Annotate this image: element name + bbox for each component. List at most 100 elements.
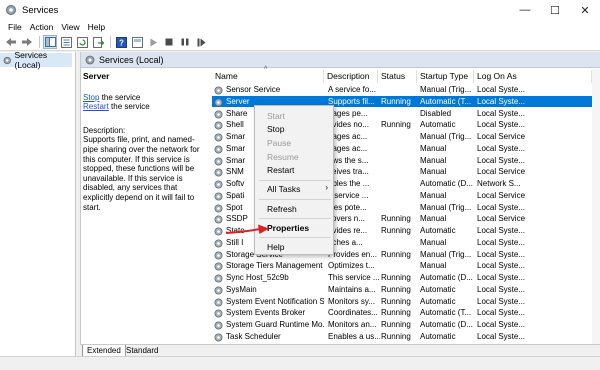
service-gear-icon — [214, 98, 223, 107]
column-header-description[interactable]: Description — [324, 70, 378, 83]
console-view-button[interactable] — [130, 35, 144, 49]
stop-service-line: Stop the service — [83, 93, 208, 103]
properties-toolbar-button[interactable] — [59, 35, 73, 49]
start-service-button[interactable] — [146, 35, 160, 49]
cell-name: Sync Host_52c9b — [226, 273, 289, 282]
cell-name: SysMain — [226, 284, 257, 294]
service-row[interactable]: Sensor Service A service fo... Manual (Tri… — [212, 84, 600, 96]
cell-status: Running — [381, 273, 411, 282]
service-gear-icon — [214, 110, 223, 118]
export-list-icon — [92, 36, 104, 48]
cell-name: System Event Notification S... — [226, 296, 324, 306]
cell-name: System Guard Runtime Mo... — [226, 320, 324, 329]
maximize-button[interactable]: ☐ — [540, 0, 570, 20]
context-menu-all-tasks[interactable]: All Tasks — [267, 184, 300, 194]
tree-node-label: Services (Local) — [14, 50, 48, 70]
column-header-name[interactable]: Name — [212, 70, 324, 83]
cell-startup-type: Automatic — [420, 284, 456, 294]
cell-status: Running — [381, 120, 411, 130]
tree-node-services-local[interactable]: Services (Local) — [0, 50, 72, 70]
service-row[interactable]: Storage Tiers Management Optimizes t... Ma… — [212, 260, 600, 272]
cell-startup-type: Manual — [420, 167, 447, 177]
vertical-scrollbar[interactable] — [592, 69, 600, 345]
service-gear-icon — [214, 227, 223, 236]
export-list-button[interactable] — [91, 35, 105, 49]
cell-description: Coordinates... — [328, 308, 378, 318]
service-row[interactable]: SysMain Maintains a... Running Automatic Loc… — [212, 284, 600, 296]
panel-header-title: Services (Local) — [99, 54, 164, 65]
cell-description: Optimizes t... — [328, 261, 375, 271]
stop-service-button[interactable] — [162, 35, 176, 49]
cell-log-on-as: Local Service — [477, 167, 526, 177]
cell-log-on-as: Network S... — [477, 179, 521, 188]
cell-log-on-as: Local Syste... — [477, 296, 526, 306]
cell-log-on-as: Local Syste... — [477, 273, 526, 282]
back-arrow-icon — [6, 38, 16, 46]
service-row[interactable]: System Event Notification S... Monitors s… — [212, 296, 600, 308]
cell-status: Running — [381, 296, 411, 306]
service-gear-icon — [214, 262, 223, 271]
service-row[interactable]: System Events Broker Coordinates... Runnin… — [212, 307, 600, 319]
minimize-button[interactable]: — — [510, 0, 540, 20]
svg-text:?: ? — [119, 38, 124, 47]
cell-startup-type: Manual (Trig... — [420, 249, 472, 259]
context-menu-stop[interactable]: Stop — [267, 124, 285, 134]
restart-service-link[interactable]: Restart — [83, 102, 109, 111]
description-text: Supports file, print, and named-pipe sha… — [83, 135, 200, 212]
refresh-toolbar-button[interactable] — [75, 35, 89, 49]
cell-log-on-as: Local Syste... — [477, 226, 526, 235]
context-menu-refresh[interactable]: Refresh — [267, 204, 297, 214]
refresh-icon — [76, 36, 88, 48]
column-header-status[interactable]: Status — [378, 70, 417, 83]
column-header-log-on-as[interactable]: Log On As — [474, 70, 592, 83]
cell-startup-type: Manual — [420, 143, 447, 153]
pause-service-button[interactable] — [178, 35, 192, 49]
cell-log-on-as: Local Service — [477, 190, 526, 200]
restart-service-button[interactable] — [194, 35, 208, 49]
cell-log-on-as: Local Syste... — [477, 320, 526, 329]
context-menu-pause: Pause — [267, 138, 292, 148]
cell-startup-type: Disabled — [420, 108, 452, 118]
menu-file[interactable]: File — [4, 22, 26, 32]
cell-description: ovides re... — [328, 226, 368, 235]
restart-service-suffix: the service — [108, 102, 150, 112]
cell-startup-type: Manual — [420, 261, 447, 271]
stop-icon — [165, 38, 173, 46]
restart-icon — [197, 38, 205, 46]
cell-startup-type: Automatic (T... — [420, 96, 472, 106]
cell-log-on-as: Local Syste... — [477, 108, 526, 118]
menu-help[interactable]: Help — [84, 22, 109, 32]
service-gear-icon — [214, 333, 223, 342]
cell-description: A service fo... — [328, 85, 377, 94]
service-row[interactable]: Task Scheduler Enables a us... Running Auto… — [212, 331, 600, 343]
cell-startup-type: Manual — [420, 190, 447, 200]
menu-action[interactable]: Action — [26, 22, 58, 32]
description-label: Description: — [83, 125, 126, 135]
service-row[interactable]: Sync Host_52c9b This service ... Running Au… — [212, 272, 600, 284]
forward-button[interactable] — [20, 35, 34, 49]
service-row[interactable]: System Guard Runtime Mo... Monitors an...… — [212, 319, 600, 331]
back-button[interactable] — [4, 35, 18, 49]
menu-view[interactable]: View — [57, 22, 83, 32]
column-header-startup-type[interactable]: Startup Type — [417, 70, 474, 83]
context-menu-restart[interactable]: Restart — [267, 165, 294, 175]
cell-description: Monitors an... — [328, 320, 377, 329]
cell-log-on-as: Local Syste... — [477, 261, 526, 271]
cell-log-on-as: Local Syste... — [477, 249, 526, 259]
help-toolbar-button[interactable]: ? — [114, 35, 128, 49]
cell-description: nages pe... — [328, 108, 368, 118]
stop-service-link[interactable]: Stop — [83, 93, 99, 102]
context-menu-separator — [259, 237, 331, 238]
cell-log-on-as: Local Syste... — [477, 331, 526, 341]
cell-description: ifies pote... — [328, 202, 367, 212]
gear-icon — [3, 56, 11, 64]
cell-status: Running — [381, 320, 411, 329]
play-icon — [150, 38, 157, 46]
show-hide-console-tree-button[interactable] — [43, 35, 57, 49]
context-menu-properties[interactable]: Properties — [267, 223, 309, 233]
cell-description: Enables a us... — [328, 331, 380, 341]
context-menu-help[interactable]: Help — [267, 242, 284, 252]
view-tabs: Extended Standard — [80, 344, 600, 357]
close-button[interactable]: ✕ — [570, 0, 600, 20]
cell-description: nages ac... — [328, 143, 368, 153]
